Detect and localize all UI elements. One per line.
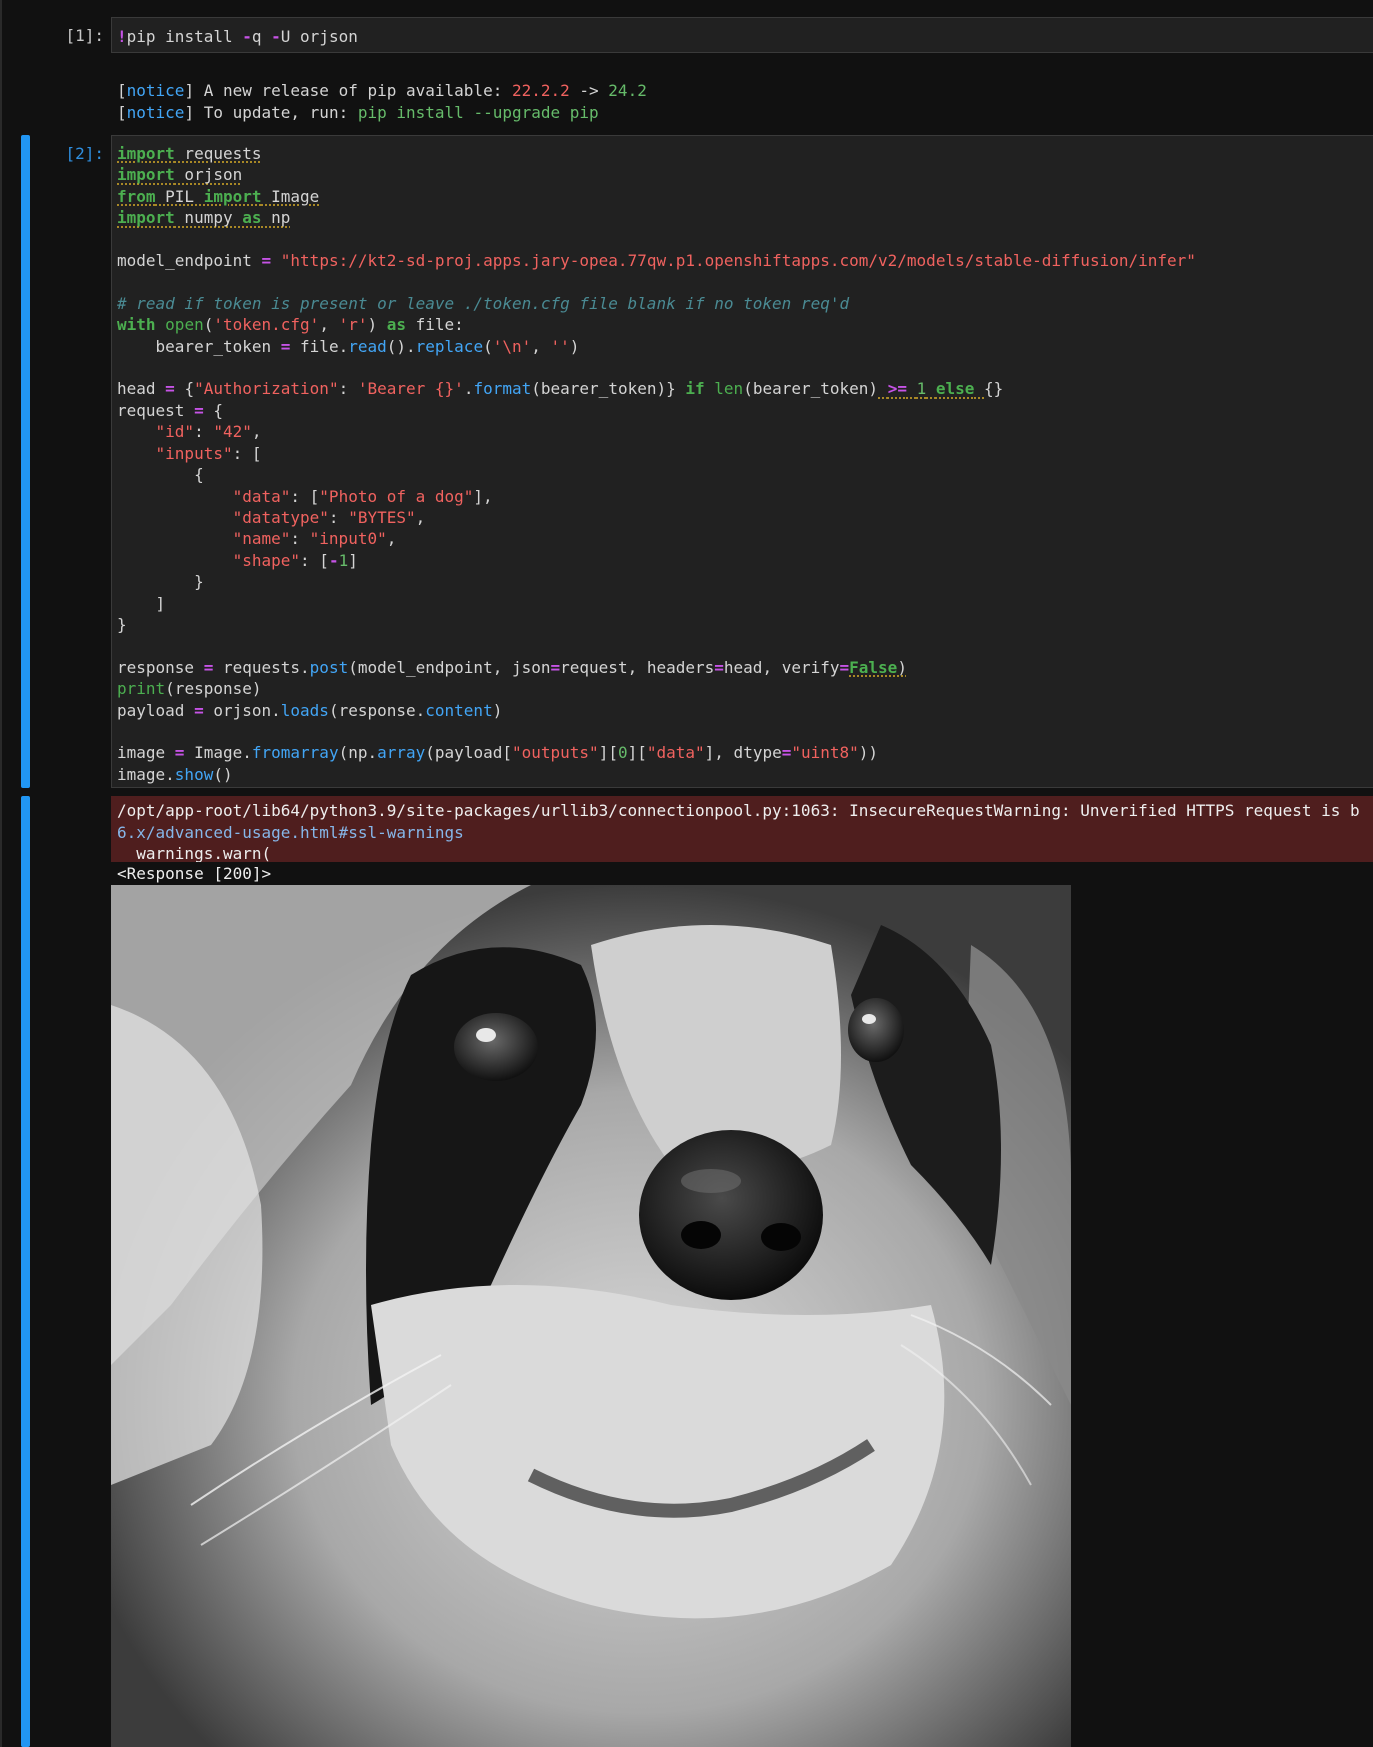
stderr-output: /opt/app-root/lib64/python3.9/site-packa… [111,796,1373,862]
cell1-input[interactable]: !pip install -q -U orjson [111,17,1373,53]
ssl-warnings-link[interactable]: 6.x/advanced-usage.html#ssl-warnings [117,823,464,842]
cell2-input-collapser[interactable] [21,135,30,788]
stdout-output: <Response [200]> [117,864,272,883]
left-edge [0,0,2,1747]
cell1-output-notice: [notice] A new release of pip available:… [117,81,647,122]
cell2-input[interactable]: import requests import orjson from PIL i… [111,135,1373,788]
dog-photo [111,885,1071,1747]
output-dog-image [111,885,1071,1747]
cell1-prompt: [1]: [65,26,104,45]
code-editor[interactable]: import requests import orjson from PIL i… [112,136,1373,785]
cell2-output-collapser[interactable] [21,796,30,1747]
cell2-prompt: [2]: [65,144,104,163]
